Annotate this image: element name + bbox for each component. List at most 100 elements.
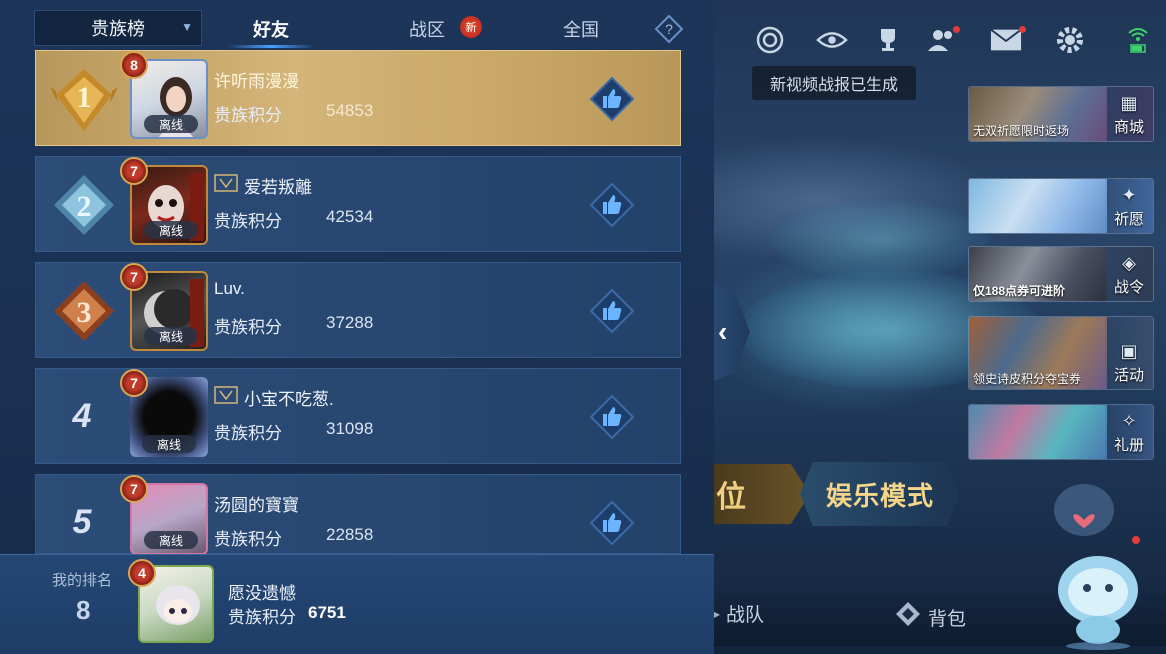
my-rank-label: 我的排名	[52, 572, 113, 589]
battle-pass-label: 战令	[1113, 279, 1144, 296]
wifi-battery-icon	[1126, 24, 1150, 56]
player-name-text: 汤圆的寶寶	[214, 496, 299, 515]
side-card-battle-pass[interactable]: 仅188点券可进阶 ◈ 战令	[968, 246, 1154, 302]
settings-gear-icon[interactable]	[1054, 24, 1086, 56]
my-rank-number: 8	[76, 595, 91, 625]
level-badge: 7	[120, 369, 148, 397]
like-button[interactable]	[588, 287, 636, 335]
score-value: 37288	[326, 313, 374, 332]
my-score-value: 6751	[308, 603, 346, 622]
like-button[interactable]	[588, 393, 636, 441]
entertainment-mode-button[interactable]: 娱乐模式	[800, 462, 960, 526]
side-card-event[interactable]: 领史诗皮积分夺宝券 ▣ 活动	[968, 316, 1154, 390]
bag-button[interactable]: 背包	[894, 600, 966, 634]
svg-text:3: 3	[77, 296, 92, 329]
score-label: 贵族积分	[214, 106, 282, 125]
tab-national[interactable]: 全国	[526, 10, 636, 48]
leaderboard-row[interactable]: 3 离线 7 Luv. 贵族积分 37288	[35, 262, 681, 358]
rank-number: 5	[72, 502, 92, 541]
team-button[interactable]: ▸ 战队	[714, 600, 764, 627]
side-card-wish[interactable]: ✦ 祈愿	[968, 178, 1154, 234]
battle-pass-button[interactable]: ◈ 战令	[1105, 247, 1153, 301]
rank-medal-gold: 1	[48, 65, 120, 135]
side-card-gift-book[interactable]: ✧ 礼册	[968, 404, 1154, 460]
like-button[interactable]	[588, 75, 636, 123]
rank-medal-bronze: 3	[48, 277, 120, 347]
status-badge: 离线	[142, 435, 196, 453]
leaderboard-row[interactable]: 5 离线 7 汤圆的寶寶 贵族积分 22858	[35, 474, 681, 555]
tab-friends-label: 好友	[253, 20, 289, 40]
player-name: 许听雨漫漫	[214, 67, 299, 92]
player-name-text: Luv.	[214, 279, 245, 298]
leaderboard-type-dropdown[interactable]: 贵族榜 ▼	[34, 10, 202, 46]
whale-illustration	[770, 200, 990, 280]
tab-bar: 贵族榜 ▼ 好友 战区 新 全国 ?	[34, 10, 684, 51]
score-label: 贵族积分	[214, 424, 282, 443]
leaderboard-row[interactable]: 4 离线 7 小宝不吃葱. 贵族积分 31098	[35, 368, 681, 464]
status-badge: 离线	[144, 531, 198, 549]
my-name: 愿没遗憾	[228, 584, 296, 603]
rank-medal-silver: 2	[48, 171, 120, 241]
gift-book-label: 礼册	[1113, 437, 1144, 454]
event-icon: ▣	[1120, 341, 1138, 361]
friends-icon[interactable]	[926, 24, 960, 56]
player-name: 小宝不吃葱.	[214, 385, 334, 410]
leaderboard-row[interactable]: 2 离线 7 爱若叛離 贵族积分 42534	[35, 156, 681, 252]
player-name-text: 许听雨漫漫	[214, 72, 299, 91]
chevron-left-icon: ‹	[718, 316, 728, 347]
level-badge: 7	[120, 475, 148, 503]
mascot-assistant[interactable]	[1040, 480, 1158, 650]
score-value: 22858	[326, 525, 374, 544]
help-icon: ?	[655, 15, 683, 43]
store-label: 商城	[1113, 119, 1144, 136]
score-value: 42534	[326, 207, 374, 226]
like-button[interactable]	[588, 181, 636, 229]
status-badge: 离线	[144, 221, 198, 239]
chevron-down-icon: ▼	[181, 20, 193, 34]
gift-book-button[interactable]: ✧ 礼册	[1105, 405, 1153, 459]
team-label: 战队	[726, 605, 765, 626]
level-badge: 7	[120, 263, 148, 291]
score-label: 贵族积分	[214, 318, 282, 337]
level-badge: 8	[120, 51, 148, 79]
team-icon: ▸	[714, 606, 721, 621]
tab-friends[interactable]: 好友	[216, 10, 326, 48]
store-icon: ▦	[1120, 93, 1138, 113]
score-label: 贵族积分	[214, 212, 282, 231]
level-badge: 7	[120, 157, 148, 185]
store-button[interactable]: ▦ 商城	[1105, 87, 1153, 141]
card-art	[969, 405, 1107, 459]
ranked-mode-button[interactable]: 位	[714, 464, 810, 524]
like-button[interactable]	[588, 499, 636, 547]
thumbs-up-icon	[589, 394, 635, 440]
notification-dot	[953, 26, 960, 33]
player-name: 汤圆的寶寶	[214, 491, 299, 516]
video-report-toast: 新视频战报已生成	[752, 66, 916, 100]
side-card-store[interactable]: 无双祈愿限时返场 ▦ 商城	[968, 86, 1154, 142]
event-button[interactable]: ▣ 活动	[1105, 317, 1153, 389]
notification-dot	[1019, 26, 1026, 33]
svg-text:?: ?	[665, 21, 673, 37]
gift-book-icon: ✧	[1121, 411, 1137, 431]
eye-icon[interactable]	[816, 24, 848, 56]
player-name: Luv.	[214, 279, 245, 299]
spiral-icon[interactable]	[754, 24, 786, 56]
thumbs-up-icon	[589, 76, 635, 122]
leaderboard-panel: 贵族榜 ▼ 好友 战区 新 全国 ? 1 离线 8 许听雨漫漫 贵族积分 548…	[0, 0, 714, 654]
card-caption: 仅188点券可进阶	[973, 284, 1066, 298]
leaderboard-row[interactable]: 1 离线 8 许听雨漫漫 贵族积分 54853	[35, 50, 681, 146]
player-name: 爱若叛離	[214, 173, 312, 198]
score-value: 54853	[326, 101, 374, 120]
svg-text:1: 1	[77, 81, 92, 114]
help-button[interactable]: ?	[654, 14, 684, 44]
tab-region[interactable]: 战区 新	[372, 10, 482, 48]
team-flag-icon	[214, 386, 238, 409]
mail-icon[interactable]	[990, 24, 1026, 56]
score-label: 贵族积分	[214, 530, 282, 549]
bag-label: 背包	[928, 608, 967, 630]
trophy-icon[interactable]	[872, 24, 904, 56]
dropdown-label: 贵族榜	[91, 19, 145, 39]
thumbs-up-icon	[589, 288, 635, 334]
bag-icon	[894, 600, 922, 634]
wish-button[interactable]: ✦ 祈愿	[1105, 179, 1153, 233]
